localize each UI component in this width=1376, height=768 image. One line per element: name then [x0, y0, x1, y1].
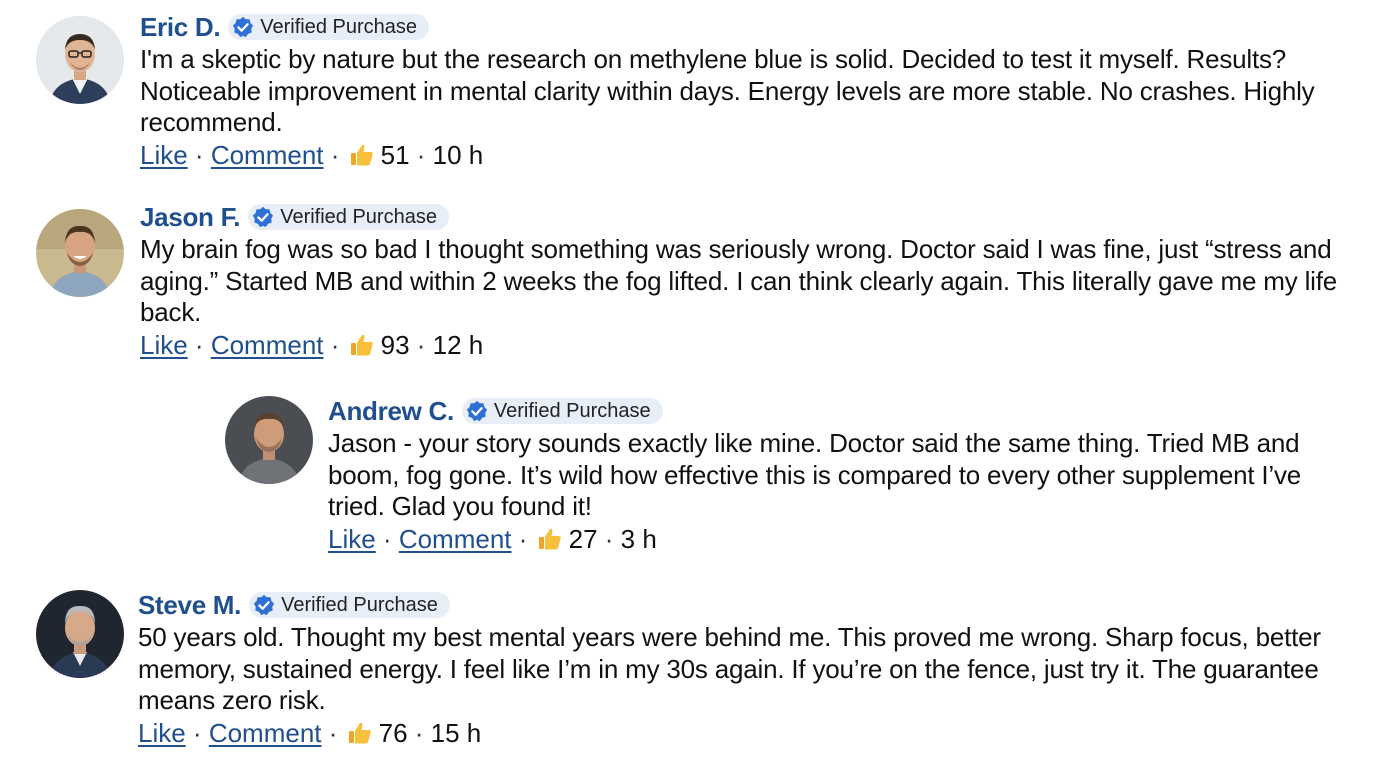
verified-badge: Verified Purchase [461, 398, 663, 424]
separator: · [187, 329, 211, 360]
comment-text: 50 years old. Thought my best mental yea… [138, 622, 1321, 715]
like-count: 27 [568, 523, 598, 554]
separator: · [187, 139, 211, 170]
separator: · [185, 717, 209, 748]
timestamp: 10 h [432, 139, 484, 170]
avatar[interactable] [225, 396, 313, 484]
separator: · [409, 329, 433, 360]
author-name[interactable]: Jason F. [140, 202, 241, 233]
avatar[interactable] [36, 16, 124, 104]
author-name[interactable]: Andrew C. [328, 396, 454, 427]
comment-header: Eric D. Verified Purchase [140, 12, 1350, 42]
verified-check-icon [233, 16, 254, 38]
verified-label: Verified Purchase [260, 15, 418, 38]
comment-body: Jason F. Verified Purchase My brain fog … [140, 202, 1350, 361]
comment-header: Jason F. Verified Purchase [140, 202, 1350, 232]
verified-check-icon [254, 594, 275, 616]
author-name[interactable]: Steve M. [138, 590, 241, 621]
comment-body: Steve M. Verified Purchase 50 years old.… [138, 590, 1348, 749]
like-button[interactable]: Like [138, 717, 186, 749]
thumbs-up-icon [347, 720, 373, 746]
like-button[interactable]: Like [140, 139, 188, 171]
comment-actions: Like · Comment · 51 · 10 h [140, 139, 1350, 171]
comment-text: I'm a skeptic by nature but the research… [140, 44, 1315, 137]
like-button[interactable]: Like [328, 523, 376, 555]
comment-body: Eric D. Verified Purchase I'm a skeptic … [140, 12, 1350, 171]
timestamp: 3 h [620, 523, 657, 554]
comment: Jason F. Verified Purchase My brain fog … [0, 190, 1376, 370]
author-name[interactable]: Eric D. [140, 12, 221, 43]
verified-label: Verified Purchase [280, 205, 437, 228]
verified-label: Verified Purchase [281, 593, 438, 616]
separator: · [323, 139, 347, 170]
thumbs-up-icon [349, 142, 375, 168]
like-count: 76 [378, 717, 408, 748]
separator: · [511, 523, 535, 554]
separator: · [597, 523, 621, 554]
comment-button[interactable]: Comment [211, 139, 324, 171]
comment-button[interactable]: Comment [209, 717, 322, 749]
separator: · [323, 329, 347, 360]
separator: · [321, 717, 345, 748]
comment-actions: Like · Comment · 93 · 12 h [140, 329, 1350, 361]
like-count: 93 [380, 329, 410, 360]
comment: Eric D. Verified Purchase I'm a skeptic … [0, 0, 1376, 180]
comment: Steve M. Verified Purchase 50 years old.… [0, 578, 1376, 758]
comment-button[interactable]: Comment [399, 523, 512, 555]
reply-comment: Andrew C. Verified Purchase Jason - your… [0, 384, 1376, 564]
verified-label: Verified Purchase [493, 399, 651, 422]
timestamp: 12 h [432, 329, 484, 360]
verified-badge: Verified Purchase [228, 14, 430, 40]
comment-actions: Like · Comment · 76 · 15 h [138, 717, 1348, 749]
thumbs-up-icon [349, 332, 375, 358]
comment-text: Jason - your story sounds exactly like m… [328, 428, 1302, 521]
separator: · [409, 139, 433, 170]
avatar[interactable] [36, 209, 124, 297]
separator: · [407, 717, 431, 748]
separator: · [375, 523, 399, 554]
comment-header: Steve M. Verified Purchase [138, 590, 1348, 620]
verified-check-icon [466, 400, 487, 422]
comment-body: Andrew C. Verified Purchase Jason - your… [328, 396, 1358, 555]
verified-check-icon [253, 206, 274, 228]
like-count: 51 [380, 139, 410, 170]
thumbs-up-icon [537, 526, 563, 552]
comment-button[interactable]: Comment [211, 329, 324, 361]
verified-badge: Verified Purchase [248, 204, 449, 230]
like-button[interactable]: Like [140, 329, 188, 361]
avatar[interactable] [36, 590, 124, 678]
comment-text: My brain fog was so bad I thought someth… [140, 234, 1338, 327]
timestamp: 15 h [430, 717, 482, 748]
comment-actions: Like · Comment · 27 · 3 h [328, 523, 1358, 555]
verified-badge: Verified Purchase [249, 592, 450, 618]
comment-header: Andrew C. Verified Purchase [328, 396, 1358, 426]
